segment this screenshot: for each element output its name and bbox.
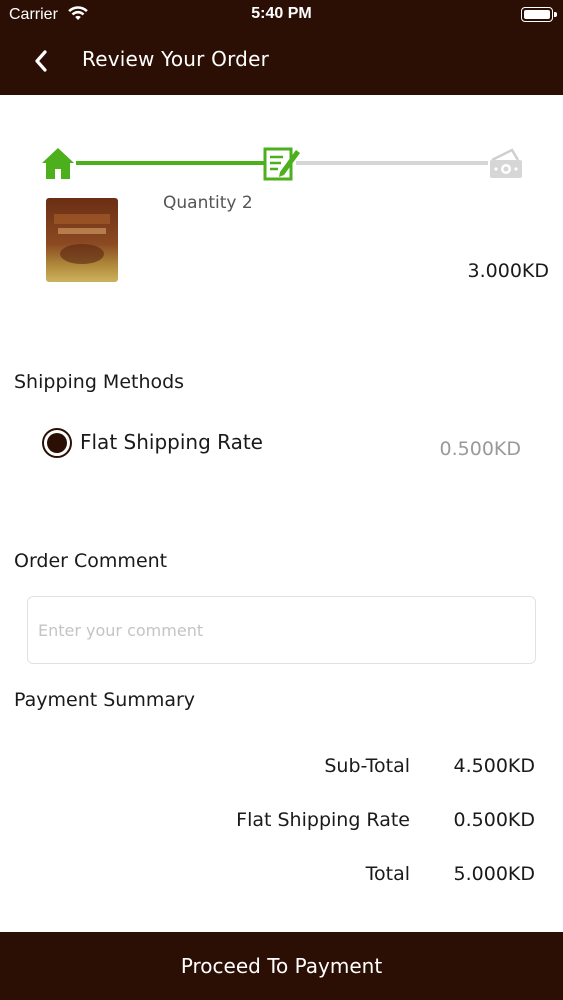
shipping-method-price: 0.500KD: [439, 438, 521, 460]
back-button[interactable]: [28, 46, 58, 76]
battery-icon: [521, 7, 557, 22]
cash-payment-icon: [488, 146, 524, 186]
summary-value: 0.500KD: [453, 809, 535, 831]
status-time: 5:40 PM: [251, 5, 312, 22]
chevron-left-icon: [35, 50, 47, 72]
shipping-radio-selected[interactable]: [42, 428, 72, 458]
summary-label: Total: [365, 863, 410, 885]
order-comment-title: Order Comment: [14, 550, 168, 572]
proceed-to-payment-button[interactable]: Proceed To Payment: [0, 932, 563, 1000]
summary-row: Total 5.000KD: [0, 863, 563, 893]
summary-value: 5.000KD: [453, 863, 535, 885]
stepper-progress-line: [76, 161, 266, 165]
summary-row: Sub-Total 4.500KD: [0, 755, 563, 785]
edit-document-icon: [263, 145, 301, 185]
proceed-button-label: Proceed To Payment: [180, 954, 383, 978]
summary-label: Flat Shipping Rate: [236, 809, 410, 831]
page-title: Review Your Order: [82, 47, 270, 71]
shipping-methods-title: Shipping Methods: [14, 371, 185, 393]
home-icon: [40, 146, 76, 184]
product-image: [44, 198, 120, 284]
summary-label: Sub-Total: [324, 755, 410, 777]
stepper-pending-line: [296, 161, 488, 165]
shipping-method-label[interactable]: Flat Shipping Rate: [80, 430, 263, 454]
product-price: 3.000KD: [467, 260, 549, 282]
comment-input[interactable]: [27, 596, 536, 664]
product-quantity: Quantity 2: [163, 193, 253, 213]
summary-row: Flat Shipping Rate 0.500KD: [0, 809, 563, 839]
top-bar: Carrier 5:40 PM Review Your Order: [0, 0, 563, 95]
summary-value: 4.500KD: [453, 755, 535, 777]
payment-summary-title: Payment Summary: [14, 689, 196, 711]
status-bar: Carrier 5:40 PM: [0, 0, 563, 30]
